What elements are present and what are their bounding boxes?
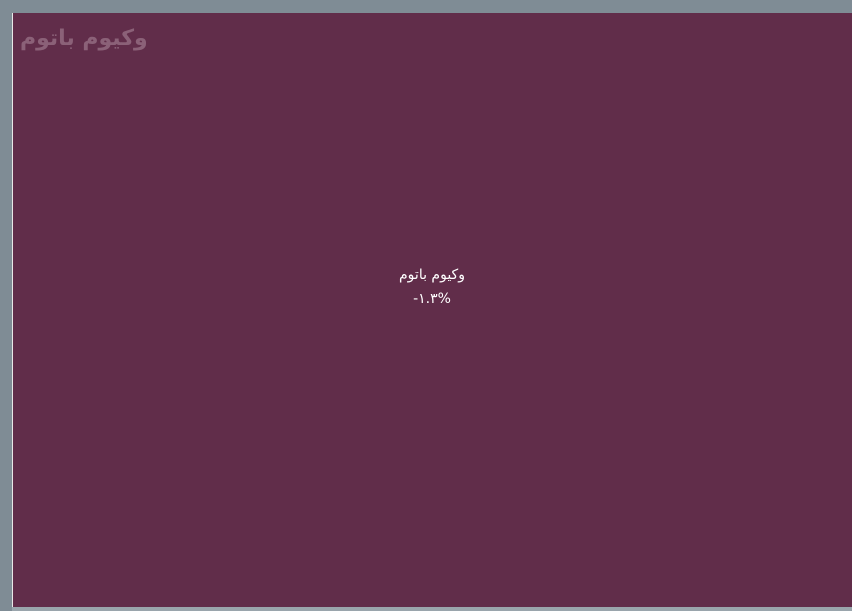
tile-change-percent: -۱.۳%: [413, 291, 451, 307]
watermark-label: وکیوم باتوم: [20, 26, 148, 51]
treemap-frame: وکیوم باتوم وکیوم باتوم -۱.۳%: [0, 0, 852, 611]
frame-bottom-edge: [12, 607, 852, 611]
tile-name: وکیوم باتوم: [399, 267, 465, 283]
treemap-tile[interactable]: [12, 13, 852, 607]
tile-label: وکیوم باتوم -۱.۳%: [12, 265, 852, 309]
